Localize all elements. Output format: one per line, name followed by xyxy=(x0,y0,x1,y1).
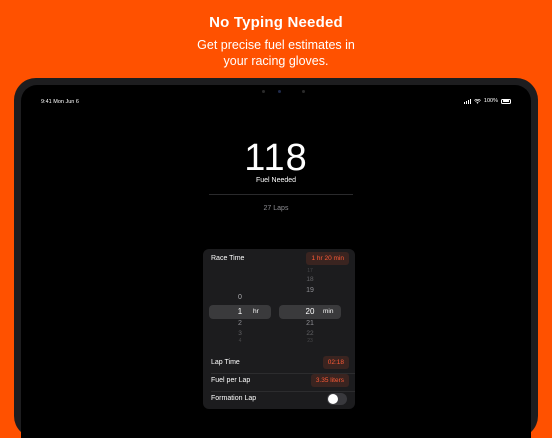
race-time-picker[interactable]: 0 1 2 3 4 hr 17 18 19 20 21 22 23 min xyxy=(203,268,355,349)
hour-unit: hr xyxy=(253,308,259,315)
minute-option[interactable]: 23 xyxy=(300,338,320,344)
fuel-per-lap-label: Fuel per Lap xyxy=(211,377,251,384)
camera-icon xyxy=(278,90,281,93)
sensor-dot xyxy=(302,90,305,93)
input-panel: Race Time 1 hr 20 min 0 1 2 3 4 hr 17 18… xyxy=(203,249,355,409)
race-time-label: Race Time xyxy=(211,255,245,262)
minute-option[interactable]: 17 xyxy=(300,268,320,274)
fuel-needed-value: 118 xyxy=(244,137,308,179)
race-time-row[interactable]: Race Time 1 hr 20 min xyxy=(203,249,355,269)
hour-option-selected[interactable]: 1 xyxy=(230,307,250,316)
minute-option[interactable]: 18 xyxy=(300,276,320,283)
hour-option[interactable]: 4 xyxy=(230,338,250,344)
formation-lap-row: Formation Lap xyxy=(203,389,355,409)
minute-unit: min xyxy=(323,308,334,315)
cellular-signal-icon xyxy=(464,98,471,104)
laps-count: 27 Laps xyxy=(263,205,289,212)
battery-percent: 100% xyxy=(483,98,498,104)
minute-option[interactable]: 19 xyxy=(300,287,320,294)
fuel-per-lap-row[interactable]: Fuel per Lap 3.35 liters xyxy=(203,371,355,391)
lap-time-label: Lap Time xyxy=(211,359,240,366)
hour-option[interactable]: 0 xyxy=(230,294,250,301)
minute-option[interactable]: 21 xyxy=(300,320,320,327)
status-indicators: 100% xyxy=(464,98,511,104)
divider xyxy=(209,194,353,195)
subtitle-line-2: your racing gloves. xyxy=(223,54,329,68)
wifi-icon xyxy=(473,98,481,104)
toggle-knob xyxy=(328,394,338,404)
minute-option[interactable]: 22 xyxy=(300,330,320,337)
subtitle-line-1: Get precise fuel estimates in xyxy=(197,38,355,52)
marketing-headline: No Typing Needed xyxy=(209,14,343,31)
hour-option[interactable]: 3 xyxy=(230,330,250,337)
lap-time-row[interactable]: Lap Time 02:18 xyxy=(203,353,355,373)
camera-area xyxy=(256,89,316,94)
race-time-value[interactable]: 1 hr 20 min xyxy=(306,252,349,265)
formation-lap-label: Formation Lap xyxy=(211,395,257,402)
app-screen: 9:41 Mon Jun 6 100% 118 Fuel Needed 27 L… xyxy=(21,85,531,438)
lap-time-value[interactable]: 02:18 xyxy=(322,356,349,369)
ipad-device-frame: 9:41 Mon Jun 6 100% 118 Fuel Needed 27 L… xyxy=(14,78,538,438)
hour-option[interactable]: 2 xyxy=(230,320,250,327)
battery-icon xyxy=(501,98,511,104)
fuel-needed-label: Fuel Needed xyxy=(255,177,297,184)
sensor-dot xyxy=(262,90,265,93)
status-time: 9:41 Mon Jun 6 xyxy=(41,99,79,105)
marketing-subtitle: Get precise fuel estimates in your racin… xyxy=(0,37,552,69)
fuel-per-lap-value[interactable]: 3.35 liters xyxy=(310,374,349,387)
formation-lap-toggle[interactable] xyxy=(327,393,347,405)
minute-option-selected[interactable]: 20 xyxy=(300,307,320,316)
